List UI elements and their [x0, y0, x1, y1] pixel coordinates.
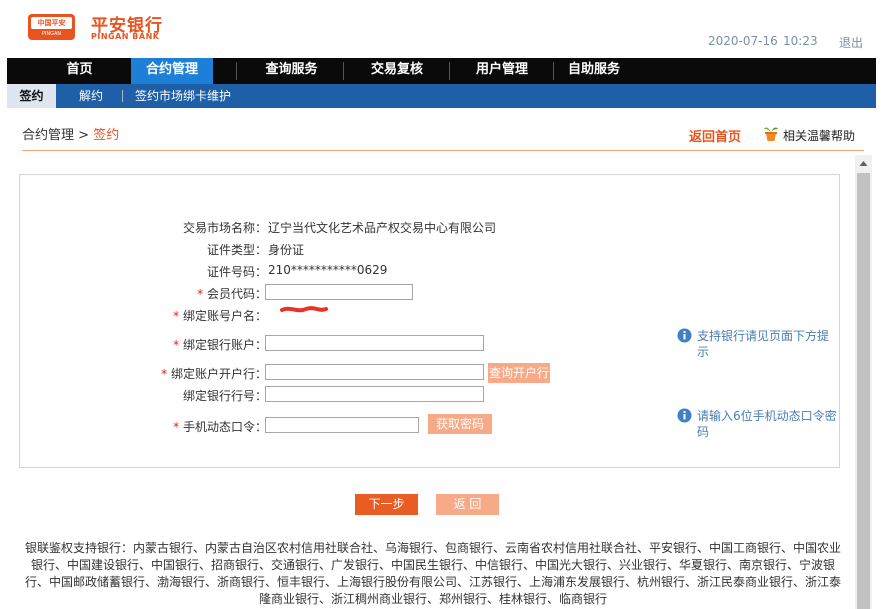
id-type-label: 证件类型：	[206, 243, 267, 257]
member-code-label-text: 会员代码：	[206, 287, 267, 301]
required-mark: *	[173, 420, 180, 434]
nav-item-query-service[interactable]: 查询服务	[239, 58, 344, 84]
required-mark: *	[173, 309, 180, 323]
bank-name-en: PINGAN BANK	[91, 32, 160, 41]
otp-tip: 请输入6位手机动态口令密码	[697, 409, 837, 439]
plant-pot-icon[interactable]	[763, 124, 779, 142]
nav-item-user-management[interactable]: 用户管理	[450, 58, 554, 84]
nav-divider	[236, 62, 237, 80]
id-type-value: 身份证	[268, 243, 305, 257]
get-otp-button[interactable]: 获取密码	[428, 414, 492, 434]
nav-item-home[interactable]: 首页	[47, 58, 112, 84]
next-step-button[interactable]: 下一步	[355, 494, 418, 515]
member-code-input[interactable]	[265, 284, 413, 300]
help-link[interactable]: 相关温馨帮助	[783, 127, 855, 144]
subnav-divider	[122, 90, 123, 102]
nav-item-self-service[interactable]: 自助服务	[554, 58, 634, 84]
page-header: 中国平安 PINGAN 平安银行 PINGAN BANK 2020-07-16 …	[0, 0, 883, 58]
subnav-item-sign[interactable]: 签约	[7, 84, 56, 108]
subnav-item-cancel[interactable]: 解约	[79, 84, 103, 108]
open-bank-label-text: 绑定账户开户行：	[170, 367, 267, 381]
open-bank-label: * 绑定账户开户行：	[161, 365, 267, 382]
info-icon	[677, 408, 692, 423]
breadcrumb-parent[interactable]: 合约管理	[22, 128, 74, 143]
current-time: 10:23	[783, 34, 818, 48]
pingan-logo-badge: 中国平安 PINGAN	[28, 14, 75, 40]
nav-item-transaction-review[interactable]: 交易复核	[344, 58, 450, 84]
bank-account-label-text: 绑定银行账户：	[182, 338, 267, 352]
bank-account-label: * 绑定银行账户：	[173, 336, 267, 353]
breadcrumb-current: 签约	[93, 128, 120, 143]
bank-account-input[interactable]	[265, 335, 484, 351]
breadcrumb-separator: >	[78, 128, 90, 143]
required-mark: *	[197, 287, 204, 301]
main-nav: 首页 合约管理 查询服务 交易复核 用户管理 自助服务	[7, 58, 876, 84]
member-code-label: * 会员代码：	[197, 285, 267, 302]
id-number-value: 210***********0629	[268, 263, 388, 277]
open-bank-input[interactable]	[265, 364, 484, 380]
account-name-label: * 绑定账号户名：	[173, 307, 267, 324]
back-home-link[interactable]: 返回首页	[689, 126, 741, 145]
breadcrumb-divider	[22, 150, 864, 151]
subnav-item-card-binding[interactable]: 签约市场绑卡维护	[135, 84, 231, 108]
vertical-scrollbar[interactable]	[855, 155, 872, 609]
back-button[interactable]: 返 回	[436, 494, 499, 515]
breadcrumb: 合约管理 > 签约	[22, 124, 119, 143]
required-mark: *	[161, 367, 168, 381]
bank-support-tip: 支持银行请见页面下方提示	[697, 329, 830, 359]
scrollbar-thumb[interactable]	[857, 173, 870, 609]
otp-label-text: 手机动态口令：	[182, 420, 267, 434]
account-name-label-text: 绑定账号户名：	[182, 309, 267, 323]
nav-item-contract-management[interactable]: 合约管理	[131, 58, 213, 84]
signing-form-panel: 交易市场名称： 辽宁当代文化艺术品产权交易中心有限公司 证件类型： 身份证 证件…	[19, 174, 840, 468]
market-name-label: 交易市场名称：	[182, 221, 267, 235]
redacted-account-name	[280, 306, 328, 313]
current-date: 2020-07-16	[708, 34, 778, 48]
market-name-value: 辽宁当代文化艺术品产权交易中心有限公司	[268, 221, 497, 235]
logo-badge-subtext: PINGAN	[41, 31, 62, 37]
query-open-bank-button[interactable]: 查询开户行	[488, 363, 550, 383]
bank-code-input[interactable]	[265, 386, 484, 402]
bank-code-label: 绑定银行行号：	[182, 389, 267, 403]
logout-link[interactable]: 退出	[839, 34, 863, 51]
id-number-label: 证件号码：	[206, 265, 267, 279]
sub-nav: 签约 解约 签约市场绑卡维护	[7, 84, 876, 108]
supported-banks-note: 银联鉴权支持银行：内蒙古银行、内蒙古自治区农村信用社联合社、乌海银行、包商银行、…	[24, 541, 841, 606]
logo-badge-text: 中国平安	[31, 17, 72, 29]
scroll-up-arrow-icon[interactable]	[855, 155, 872, 172]
required-mark: *	[173, 338, 180, 352]
info-icon	[677, 328, 692, 343]
otp-label: * 手机动态口令：	[173, 418, 267, 435]
otp-input[interactable]	[265, 417, 419, 433]
